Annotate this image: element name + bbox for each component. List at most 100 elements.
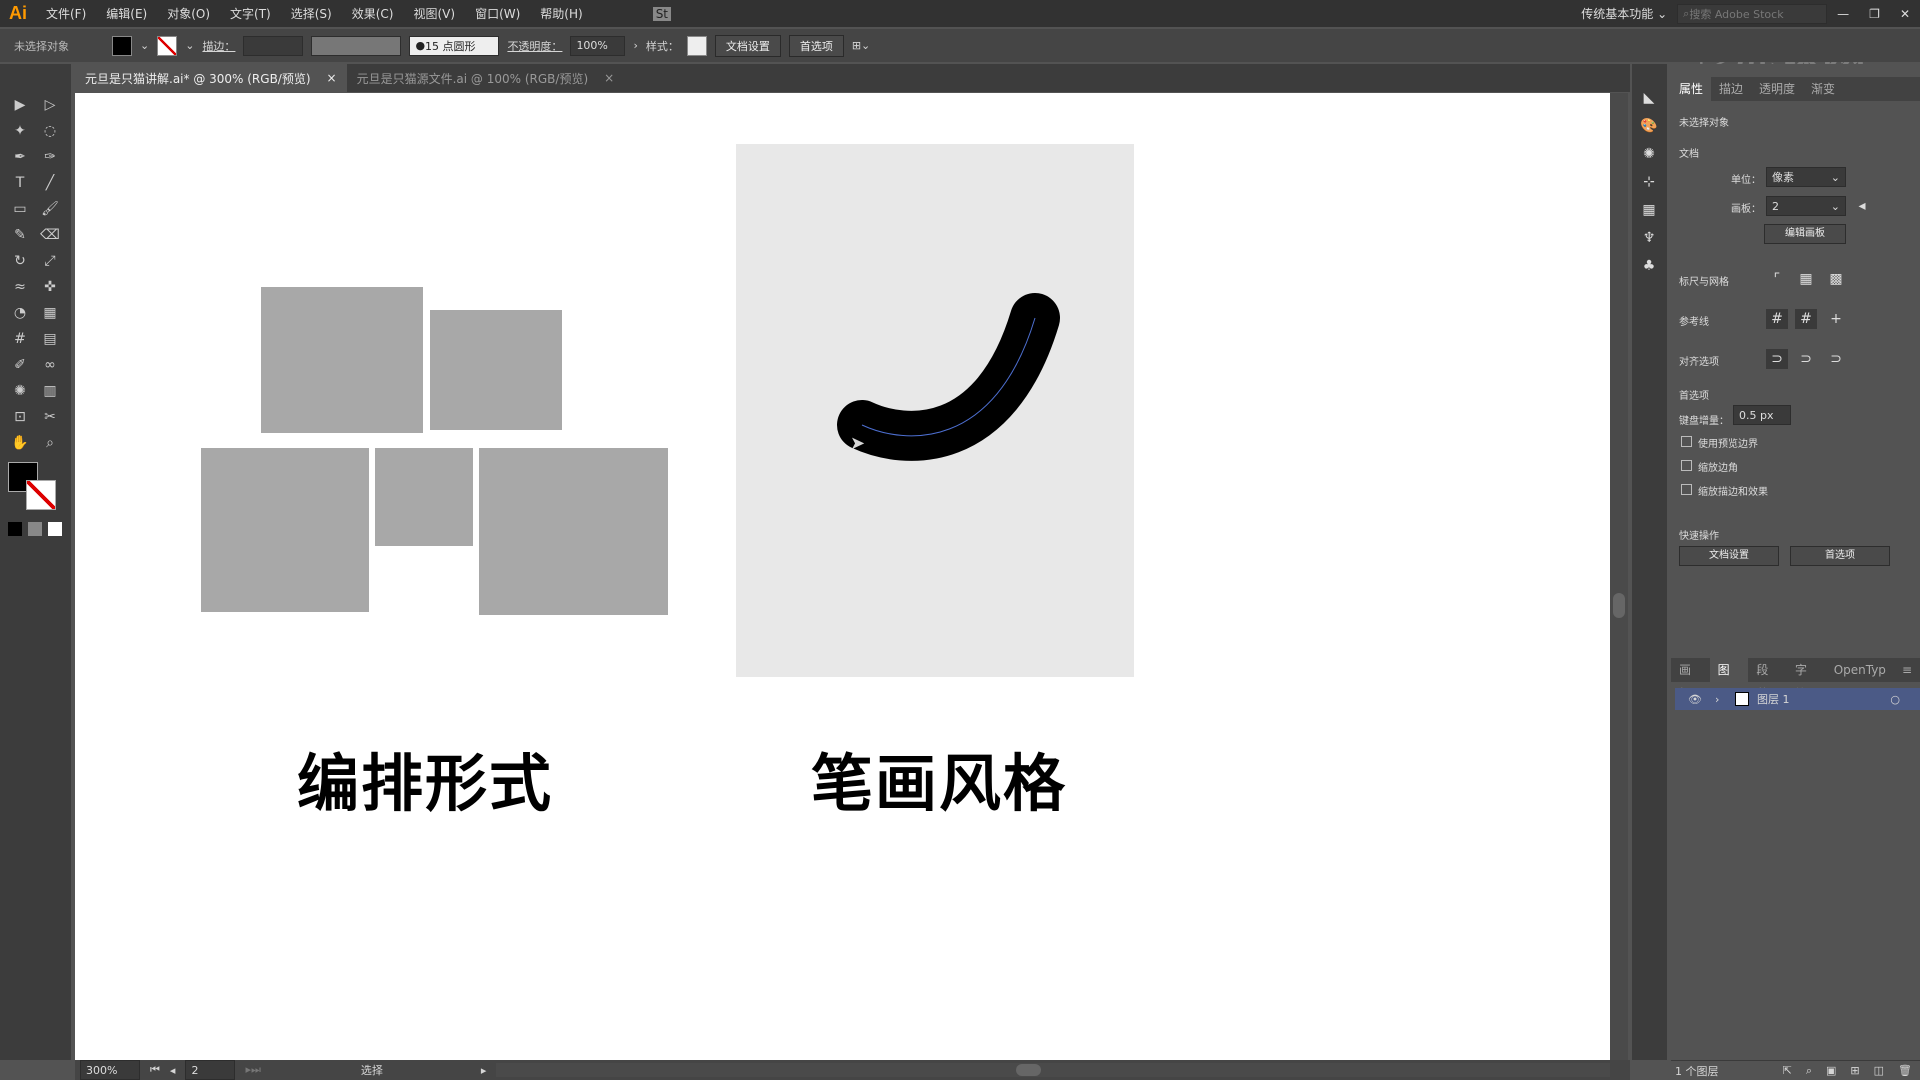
tab-document[interactable]: 元旦是只猫源文件.ai @ 100% (RGB/预览) × [347,64,625,92]
menu-item[interactable]: 选择(S) [281,5,342,22]
canvas[interactable]: ➤ 编排形式 笔画风格 [75,93,1610,1060]
gradient-tool-icon[interactable]: ▤ [39,328,61,350]
opacity-input[interactable]: 100% [570,35,626,56]
menu-item[interactable]: 文字(T) [220,5,281,22]
symbols-icon[interactable]: ♆ [1638,228,1660,248]
arrange-icon[interactable]: ⊞⌄ [852,39,870,52]
layers-panel-tab[interactable]: OpenTyp [1826,658,1894,682]
line-tool-icon[interactable]: ╱ [39,172,61,194]
slice-tool-icon[interactable]: ✂ [39,406,61,428]
unit-select[interactable]: 像素 ⌄ [1766,167,1846,187]
scroll-thumb[interactable] [1613,593,1625,618]
scale-tool-icon[interactable]: ⤢ [39,250,61,272]
rectangle-tool-icon[interactable]: ▭ [9,198,31,220]
target-circle-icon[interactable]: ○ [1890,693,1900,706]
selection-tool-icon[interactable]: ▶ [9,94,31,116]
guides-icon[interactable]: # [1766,309,1788,329]
artboard-tool-icon[interactable]: ⊡ [9,406,31,428]
snap-grid-icon[interactable]: ⊃ [1795,349,1817,369]
transparency-grid-icon[interactable]: ▩ [1825,269,1847,289]
expand-chevron-icon[interactable]: › [1715,693,1735,706]
shape-builder-tool-icon[interactable]: ◔ [9,302,31,324]
close-button[interactable]: ✕ [1890,7,1920,21]
properties-icon[interactable]: ◣ [1638,88,1660,108]
brush-select[interactable]: ● 15 点圆形 [409,35,500,56]
graphic-styles-icon[interactable]: ♣ [1638,256,1660,276]
chevron-down-icon[interactable]: ⌄ [185,39,194,52]
layers-panel-tab[interactable]: 字符 [1787,658,1826,701]
menu-item[interactable]: 对象(O) [157,5,220,22]
color-mode-icon[interactable] [8,522,22,536]
brush-stroke[interactable] [75,93,1610,1060]
edit-artboards-button[interactable]: 编辑画板 [1764,224,1846,244]
menu-item[interactable]: 文件(F) [36,5,96,22]
rotate-tool-icon[interactable]: ↻ [9,250,31,272]
artboard-nav-select[interactable]: 2 [185,1060,236,1080]
stroke-weight-input[interactable] [243,35,304,56]
layer-name[interactable]: 图层 1 [1757,691,1790,707]
next-artboard-icon[interactable]: ▸⏭ [245,1063,260,1077]
direct-selection-tool-icon[interactable]: ▷ [39,94,61,116]
lasso-tool-icon[interactable]: ◌ [39,120,61,142]
brushes-icon[interactable]: ✺ [1638,144,1660,164]
curvature-tool-icon[interactable]: ✑ [39,146,61,168]
paintbrush-tool-icon[interactable]: 🖌 [39,198,61,220]
prev-artboard-icon[interactable]: ◂ [170,1064,176,1077]
style-swatch[interactable] [686,35,707,56]
column-graph-tool-icon[interactable]: ▥ [39,380,61,402]
pen-tool-icon[interactable]: ✒ [9,146,31,168]
magic-wand-tool-icon[interactable]: ✦ [9,120,31,142]
preferences-button[interactable]: 首选项 [788,34,844,57]
prev-artboard-icon[interactable]: ◂ [1851,196,1873,216]
shaper-tool-icon[interactable]: ✎ [9,224,31,246]
eraser-tool-icon[interactable]: ⌫ [39,224,61,246]
fill-swatch[interactable] [112,35,132,56]
panel-menu-icon[interactable]: ≡ [1894,658,1920,682]
none-mode-icon[interactable] [48,522,62,536]
symbol-sprayer-tool-icon[interactable]: ✺ [9,380,31,402]
eyedropper-tool-icon[interactable]: ✐ [9,354,31,376]
keyboard-increment-input[interactable]: 0.5 px [1733,405,1791,425]
swatches-icon[interactable]: ▦ [1638,200,1660,220]
locate-icon[interactable]: ⌕ [1806,1064,1812,1078]
status-menu-icon[interactable]: ▸ [481,1064,487,1077]
checkbox[interactable] [1681,436,1692,447]
menu-item[interactable]: 窗口(W) [465,5,530,22]
eye-icon[interactable]: 👁 [1675,693,1715,706]
panel-tab[interactable]: 属性 [1671,77,1712,101]
hand-tool-icon[interactable]: ✋ [9,432,31,454]
type-tool-icon[interactable]: T [9,172,31,194]
snap-point-icon[interactable]: ⊃ [1766,349,1788,369]
warp-tool-icon[interactable]: ≈ [9,276,31,298]
mesh-tool-icon[interactable]: # [9,328,31,350]
chevron-right-icon[interactable]: › [633,39,637,52]
horizontal-scrollbar[interactable] [496,1063,1610,1077]
new-layer-icon[interactable]: ◫ [1874,1064,1884,1077]
trash-icon[interactable]: 🗑 [1898,1064,1912,1077]
grid-icon[interactable]: ▦ [1795,269,1817,289]
lock-guides-icon[interactable]: # [1795,309,1817,329]
document-setup-button[interactable]: 文档设置 [714,34,781,57]
gradient-mode-icon[interactable] [28,522,42,536]
ruler-icon[interactable]: ⌜ [1766,269,1788,289]
tab-document[interactable]: 元旦是只猫讲解.ai* @ 300% (RGB/预览) × [75,64,347,92]
quick-document-setup-button[interactable]: 文档设置 [1679,546,1779,566]
scroll-thumb[interactable] [1016,1064,1042,1076]
chevron-down-icon[interactable]: ⌄ [140,39,149,52]
panel-tab[interactable]: 描边 [1711,77,1751,101]
zoom-tool-icon[interactable]: ⌕ [39,432,61,454]
blend-tool-icon[interactable]: ∞ [39,354,61,376]
layers-panel-tab[interactable]: 图层 [1709,658,1749,701]
vertical-scrollbar[interactable] [1610,93,1628,1060]
checkbox[interactable] [1681,460,1692,471]
quick-preferences-button[interactable]: 首选项 [1790,546,1890,566]
menu-item[interactable]: 编辑(E) [96,5,157,22]
workspace-switcher[interactable]: 传统基本功能 ⌄ [1571,5,1677,22]
stroke-swatch[interactable] [157,35,178,56]
variable-width-select[interactable] [311,35,402,56]
layers-panel-tab[interactable]: 画板 [1671,658,1710,701]
artboard-select[interactable]: 2 ⌄ [1766,196,1846,216]
first-artboard-icon[interactable]: ⏮ [150,1063,160,1077]
layer-row[interactable]: 👁 › 图层 1 ○ [1675,688,1920,710]
new-sublayer-icon[interactable]: ⊞ [1850,1064,1859,1077]
